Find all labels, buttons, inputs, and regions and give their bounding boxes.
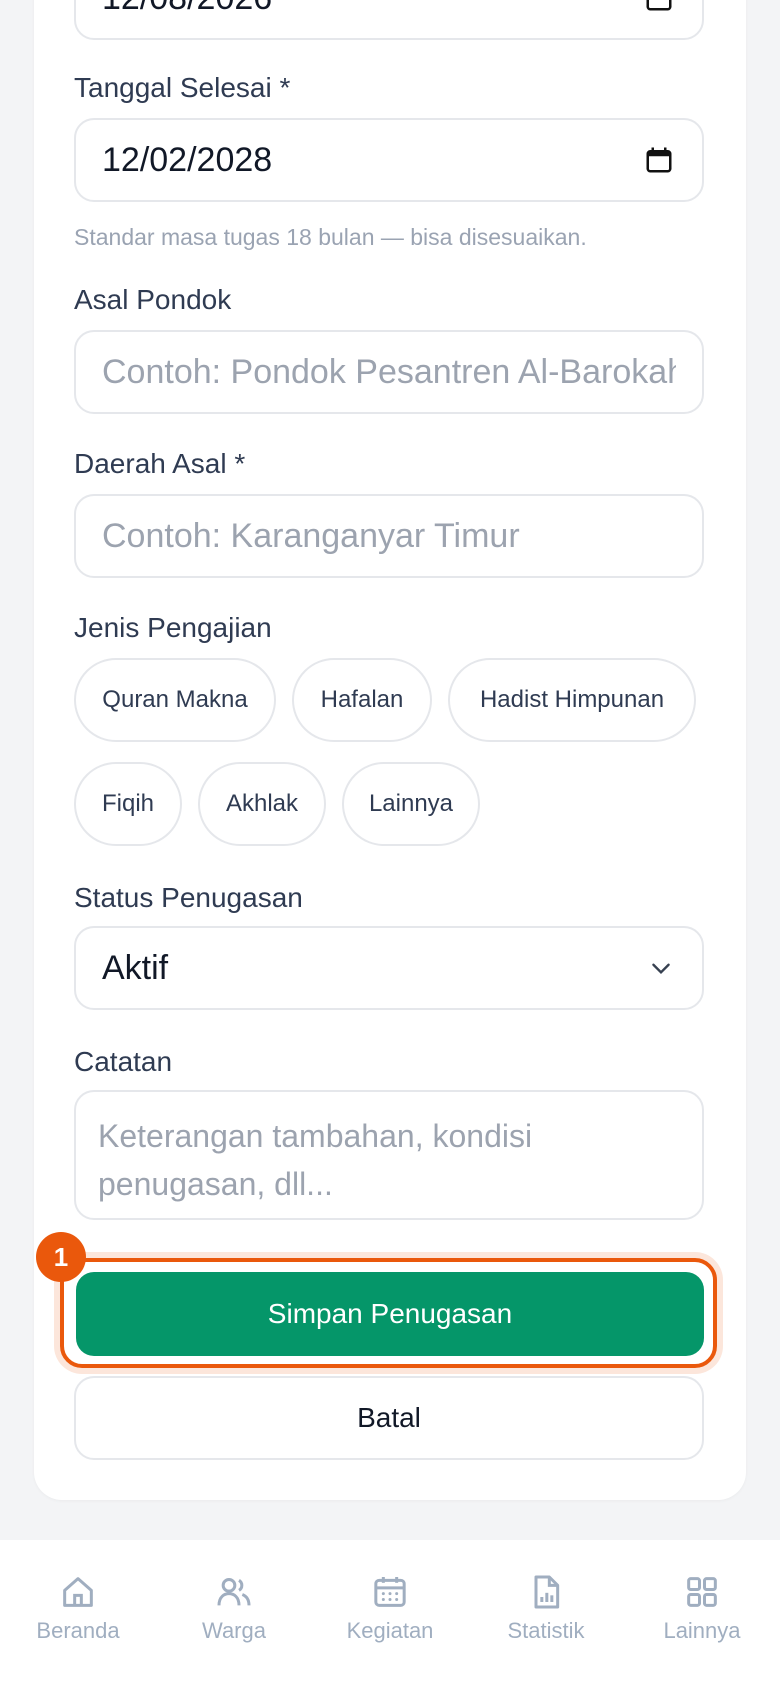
start-date-input[interactable]: 12/08/2026 — [74, 0, 704, 40]
chip-akhlak[interactable]: Akhlak — [198, 762, 326, 846]
catatan-label: Catatan — [74, 1046, 173, 1077]
calendar-icon[interactable] — [644, 0, 674, 13]
chip-quran-makna[interactable]: Quran Makna — [74, 658, 276, 742]
chart-file-icon — [534, 1575, 560, 1609]
catatan-placeholder: Keterangan tambahan, kondisi penugasan, … — [98, 1118, 533, 1202]
calendar-icon[interactable] — [644, 145, 674, 175]
status-value: Aktif — [102, 948, 169, 987]
nav-label-lainnya: Lainnya — [663, 1618, 741, 1643]
asal-pondok-label: Asal Pondok — [74, 284, 232, 315]
nav-label-kegiatan: Kegiatan — [346, 1618, 434, 1643]
end-date-input[interactable]: 12/02/2028 — [74, 118, 704, 202]
nav-item-beranda[interactable]: Beranda — [8, 1572, 148, 1644]
status-label: Status Penugasan — [74, 882, 303, 913]
nav-item-warga[interactable]: Warga — [164, 1572, 304, 1644]
calendar-icon — [374, 1577, 406, 1607]
users-icon — [217, 1578, 251, 1606]
nav-label-statistik: Statistik — [507, 1618, 585, 1643]
daerah-asal-label: Daerah Asal * — [74, 448, 246, 479]
catatan-textarea[interactable]: Keterangan tambahan, kondisi penugasan, … — [74, 1090, 704, 1220]
asal-pondok-input[interactable]: Contoh: Pondok Pesantren Al-Barokah — [74, 330, 704, 414]
chip-fiqih[interactable]: Fiqih — [74, 762, 182, 846]
start-date-value: 12/08/2026 — [102, 0, 272, 18]
bottom-nav: Beranda Warga Kegiatan Statistik Lainnya — [0, 1540, 780, 1688]
jenis-pengajian-label: Jenis Pengajian — [74, 612, 272, 643]
save-button[interactable]: Simpan Penugasan — [76, 1272, 704, 1356]
chip-lainnya[interactable]: Lainnya — [342, 762, 480, 846]
home-icon — [63, 1577, 93, 1607]
daerah-asal-input[interactable]: Contoh: Karanganyar Timur — [74, 494, 704, 578]
end-date-hint: Standar masa tugas 18 bulan — bisa dises… — [74, 224, 587, 250]
asal-pondok-placeholder: Contoh: Pondok Pesantren Al-Barokah — [102, 352, 676, 391]
nav-item-statistik[interactable]: Statistik — [476, 1572, 616, 1644]
grid-icon — [687, 1577, 717, 1607]
chip-hafalan[interactable]: Hafalan — [292, 658, 432, 742]
end-date-value: 12/02/2028 — [102, 140, 273, 179]
cancel-button[interactable]: Batal — [74, 1376, 704, 1460]
end-date-label: Tanggal Selesai * — [74, 72, 291, 103]
daerah-asal-placeholder: Contoh: Karanganyar Timur — [102, 516, 520, 555]
nav-label-beranda: Beranda — [36, 1618, 120, 1643]
status-select[interactable]: Aktif — [74, 926, 704, 1010]
nav-item-kegiatan[interactable]: Kegiatan — [320, 1572, 460, 1644]
nav-item-lainnya[interactable]: Lainnya — [632, 1572, 772, 1644]
nav-label-warga: Warga — [202, 1618, 266, 1643]
chip-hadist-himpunan[interactable]: Hadist Himpunan — [448, 658, 696, 742]
chevron-down-icon — [652, 963, 670, 975]
highlight-badge: 1 — [36, 1232, 86, 1282]
